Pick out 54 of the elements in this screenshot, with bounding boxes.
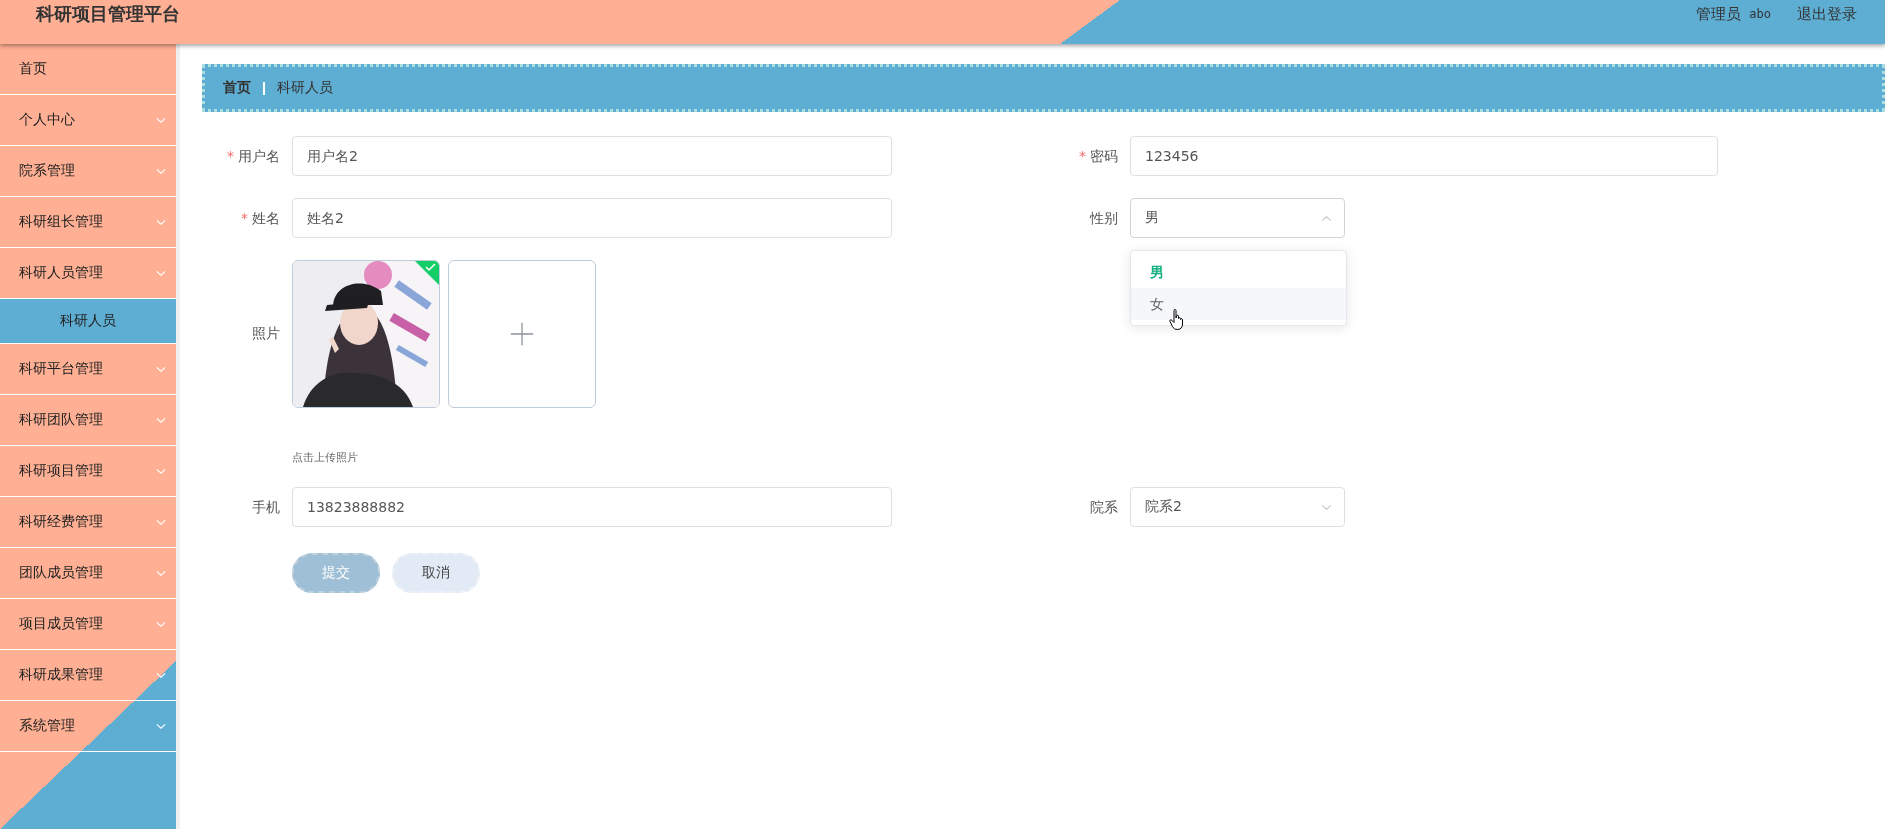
- plus-icon: [510, 322, 534, 346]
- field-label: 性别: [1090, 210, 1118, 226]
- field-label: 用户名: [238, 148, 280, 164]
- field-label: 手机: [252, 499, 280, 515]
- chevron-down-icon: [156, 467, 166, 475]
- chevron-down-icon: [156, 365, 166, 373]
- required-asterisk: *: [227, 148, 234, 164]
- user-role: 管理员: [1696, 4, 1742, 24]
- logout-link[interactable]: 退出登录: [1797, 4, 1857, 24]
- text-field[interactable]: 姓名2: [292, 198, 892, 238]
- sidebar-item[interactable]: 个人中心: [0, 95, 176, 146]
- cancel-button[interactable]: 取消: [392, 553, 480, 593]
- chevron-down-icon: [156, 620, 166, 628]
- sidebar-item[interactable]: 科研成果管理: [0, 650, 176, 701]
- sidebar-item[interactable]: 科研项目管理: [0, 446, 176, 497]
- text-field[interactable]: 用户名2: [292, 136, 892, 176]
- select-field[interactable]: 院系2: [1130, 487, 1345, 527]
- sidebar-item[interactable]: 科研平台管理: [0, 344, 176, 395]
- required-asterisk: *: [1079, 148, 1086, 164]
- upload-button[interactable]: [448, 260, 596, 408]
- breadcrumb-link[interactable]: 首页: [223, 79, 251, 97]
- field-label: 照片: [252, 325, 280, 341]
- chevron-down-icon: [156, 116, 166, 124]
- field-label: 院系: [1090, 499, 1118, 515]
- sidebar-item[interactable]: 科研团队管理: [0, 395, 176, 446]
- upload-hint: 点击上传照片: [292, 450, 359, 465]
- breadcrumb-link[interactable]: 科研人员: [277, 79, 333, 97]
- username: abo: [1749, 7, 1771, 21]
- app-title: 科研项目管理平台: [36, 2, 180, 26]
- chevron-icon: [1321, 503, 1332, 511]
- chevron-icon: [1321, 214, 1332, 222]
- sidebar-subitem[interactable]: 科研人员: [0, 299, 176, 344]
- sidebar-item[interactable]: 首页: [0, 44, 176, 95]
- chevron-down-icon: [156, 167, 166, 175]
- sidebar-item[interactable]: 项目成员管理: [0, 599, 176, 650]
- sidebar-item[interactable]: 系统管理: [0, 701, 176, 752]
- text-field[interactable]: 123456: [1130, 136, 1718, 176]
- dropdown-option[interactable]: 女: [1131, 288, 1346, 320]
- sidebar-item[interactable]: 科研组长管理: [0, 197, 176, 248]
- sidebar-item[interactable]: 团队成员管理: [0, 548, 176, 599]
- field-label: 姓名: [252, 210, 280, 226]
- chevron-down-icon: [156, 569, 166, 577]
- chevron-down-icon: [156, 416, 166, 424]
- sidebar-item[interactable]: 院系管理: [0, 146, 176, 197]
- text-field[interactable]: 13823888882: [292, 487, 892, 527]
- chevron-down-icon: [156, 671, 166, 679]
- sidebar-item[interactable]: 科研经费管理: [0, 497, 176, 548]
- chevron-down-icon: [156, 722, 166, 730]
- field-label: 密码: [1090, 148, 1118, 164]
- select-field[interactable]: 男: [1130, 198, 1345, 238]
- chevron-down-icon: [156, 518, 166, 526]
- chevron-down-icon: [156, 269, 166, 277]
- required-asterisk: *: [241, 210, 248, 226]
- chevron-down-icon: [156, 218, 166, 226]
